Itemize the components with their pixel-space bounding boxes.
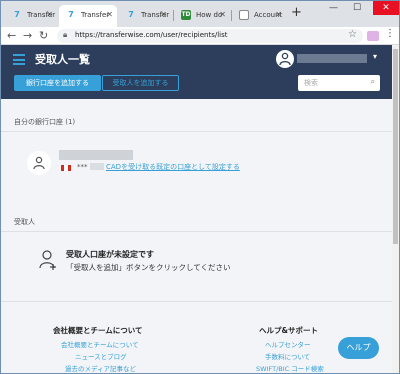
footer-link[interactable]: ヘルプセンター bbox=[265, 339, 311, 349]
minimize-icon[interactable]: — bbox=[329, 3, 338, 13]
close-tab-icon[interactable]: ✕ bbox=[219, 5, 226, 25]
url-text[interactable]: https://transferwise.com/user/recipients… bbox=[75, 31, 228, 39]
address-bar[interactable]: 🔒︎ https://transferwise.com/user/recipie… bbox=[57, 29, 363, 43]
user-name-redacted bbox=[297, 54, 367, 63]
tab-label: Transfer bbox=[81, 11, 110, 19]
forward-icon[interactable]: → bbox=[23, 28, 32, 43]
app-header: 受取人一覧 銀行口座を追加する 受取人を追加する ▾ 検索 ⌕ bbox=[1, 45, 392, 99]
account-number-redacted bbox=[90, 163, 104, 170]
account-name-redacted bbox=[59, 150, 133, 160]
lock-icon: 🔒︎ bbox=[63, 30, 68, 39]
browser-toolbar: ← → ↻ 🔒︎ https://transferwise.com/user/r… bbox=[1, 27, 399, 45]
main-content: 自分の銀行口座 (1) *** CADを受け取る既定の口座として設定する 受取人… bbox=[1, 99, 392, 373]
footer-help-heading: ヘルプ&サポート bbox=[259, 326, 319, 335]
footer-link[interactable]: 手数料について bbox=[265, 351, 310, 361]
browser-tab[interactable]: Account ✕ bbox=[232, 5, 286, 27]
browser-menu-icon[interactable]: ⋮ bbox=[385, 28, 395, 39]
account-avatar-icon bbox=[27, 151, 51, 175]
scrollbar-thumb[interactable] bbox=[393, 49, 398, 244]
add-recipient-button[interactable]: 受取人を追加する bbox=[102, 75, 179, 91]
close-tab-icon[interactable]: ✕ bbox=[275, 5, 282, 25]
extension-icon[interactable] bbox=[367, 31, 379, 41]
maximize-icon[interactable]: ☐ bbox=[353, 3, 361, 13]
tab-label: How do bbox=[196, 11, 223, 19]
own-accounts-label: 自分の銀行口座 (1) bbox=[14, 118, 76, 126]
scrollbar[interactable] bbox=[392, 45, 399, 373]
divider bbox=[1, 301, 392, 302]
browser-window: 7 Transfer ✕ 7 Transfer ✕ 7 Transfer ✕ T… bbox=[0, 0, 400, 374]
recipients-label: 受取人 bbox=[14, 218, 35, 226]
footer-link[interactable]: 過去のメディア記事など bbox=[65, 363, 136, 373]
bookmark-star-icon[interactable]: ☆ bbox=[348, 29, 357, 40]
divider bbox=[1, 131, 392, 132]
td-icon: TD bbox=[181, 10, 191, 20]
close-tab-icon[interactable]: ✕ bbox=[160, 5, 167, 25]
help-button[interactable]: ヘルプ bbox=[338, 337, 379, 359]
reload-icon[interactable]: ↻ bbox=[39, 28, 48, 43]
transferwise-icon: 7 bbox=[68, 10, 74, 19]
hamburger-menu-icon[interactable] bbox=[13, 54, 25, 68]
search-icon[interactable]: ⌕ bbox=[371, 77, 375, 87]
browser-tab[interactable]: TD How do ✕ bbox=[174, 5, 230, 27]
document-icon bbox=[239, 10, 249, 20]
transferwise-icon: 7 bbox=[14, 10, 20, 19]
back-icon[interactable]: ← bbox=[7, 28, 16, 43]
empty-state-title: 受取人口座が未設定です bbox=[66, 250, 154, 259]
footer-link[interactable]: 会社概要とチームについて bbox=[61, 339, 139, 349]
chevron-down-icon[interactable]: ▾ bbox=[373, 52, 377, 61]
empty-state-description: 「受取人を追加」ボタンをクリックしてください bbox=[66, 263, 231, 272]
search-input[interactable]: 検索 ⌕ bbox=[298, 75, 380, 91]
browser-tab[interactable]: 7 Transfer ✕ bbox=[5, 5, 57, 27]
transferwise-icon: 7 bbox=[128, 10, 134, 19]
canada-flag-icon bbox=[61, 165, 71, 171]
add-bank-account-button[interactable]: 銀行口座を追加する bbox=[14, 75, 101, 91]
close-tab-icon[interactable]: ✕ bbox=[106, 5, 113, 25]
user-avatar-icon[interactable] bbox=[276, 50, 294, 68]
new-tab-icon[interactable]: + bbox=[291, 5, 302, 20]
search-placeholder: 検索 bbox=[304, 79, 318, 87]
add-person-icon bbox=[39, 250, 56, 270]
set-default-cad-link[interactable]: CADを受け取る既定の口座として設定する bbox=[106, 162, 240, 172]
window-close-icon[interactable]: ✕ bbox=[373, 1, 399, 15]
divider bbox=[1, 231, 392, 232]
page-title: 受取人一覧 bbox=[35, 53, 90, 66]
browser-tab-active[interactable]: 7 Transfer ✕ bbox=[59, 5, 117, 27]
tab-strip: 7 Transfer ✕ 7 Transfer ✕ 7 Transfer ✕ T… bbox=[1, 1, 399, 27]
footer-link[interactable]: ニュースとブログ bbox=[75, 351, 127, 361]
account-number-mask: *** bbox=[77, 163, 88, 171]
browser-tab[interactable]: 7 Transfer ✕ bbox=[119, 5, 171, 27]
footer-link[interactable]: SWIFT/BIC コード検索 bbox=[256, 363, 324, 373]
close-tab-icon[interactable]: ✕ bbox=[46, 5, 53, 25]
footer-about-heading: 会社概要とチームについて bbox=[53, 326, 143, 335]
